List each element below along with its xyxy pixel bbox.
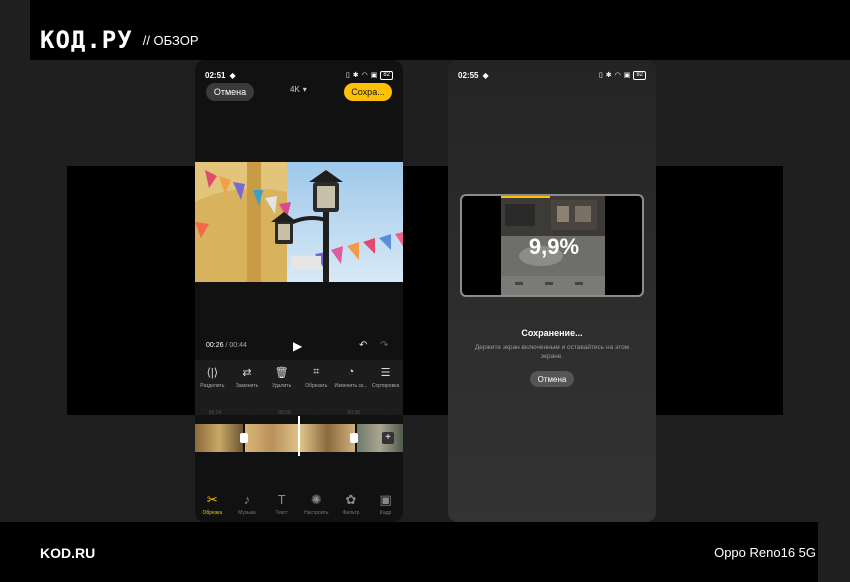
wifi-icon: ◠ — [361, 72, 368, 79]
time-current: 00:26 — [206, 342, 224, 349]
status-bar: 02:51 ◆ ▯ ✱ ◠ ▣ 82 — [195, 68, 403, 82]
video-preview[interactable] — [195, 162, 403, 282]
ruler-tick: 00:26 — [278, 410, 291, 416]
tool-sort[interactable]: ☰ Сортировка — [369, 366, 402, 389]
tool-label: Обрезать — [305, 383, 328, 389]
background-panel-right — [656, 166, 783, 415]
tool-label: Разделить — [200, 383, 225, 389]
status-time: 02:55 — [458, 70, 479, 80]
phone-saving-screen: 02:55 ◆ ▯ ✱ ◠ ▣ 82 9,9% Сохранение... Де… — [448, 60, 656, 522]
split-icon: ⟨|⟩ — [206, 367, 219, 379]
tool-label: Заменить — [235, 383, 259, 389]
preview-image — [195, 162, 403, 282]
cancel-export-button[interactable]: Отмена — [530, 371, 574, 387]
clip-trim-handle[interactable] — [240, 433, 248, 443]
background-panel-left — [67, 166, 195, 415]
nav-music[interactable]: ♪ Музыка — [232, 492, 262, 522]
ruler-tick: · — [248, 410, 251, 416]
vibrate-icon: ▯ — [598, 72, 603, 79]
resolution-select[interactable]: 4K ▾ — [290, 85, 307, 94]
footer-site: KOD.RU — [40, 545, 96, 561]
shield-icon: ◆ — [229, 70, 236, 80]
music-icon: ♪ — [243, 492, 251, 507]
caret-down-icon: ▾ — [302, 85, 307, 94]
nav-filter[interactable]: ✿ Фильтр — [336, 492, 366, 522]
tool-label: Удалить — [272, 383, 292, 389]
timecode: 00:26 / 00:44 — [206, 342, 247, 349]
adjust-icon: ✺ — [310, 492, 322, 507]
status-bar: 02:55 ◆ ▯ ✱ ◠ ▣ 82 — [448, 68, 656, 82]
sim-icon: ▣ — [370, 72, 378, 79]
export-progress-bar — [501, 196, 550, 198]
speed-icon: ◔ — [347, 366, 355, 378]
section-label: // ОБЗОР — [142, 32, 199, 48]
nav-frame[interactable]: ▣ Кадр — [371, 492, 401, 522]
nav-label: Кадр — [379, 510, 392, 516]
saving-title: Сохранение... — [521, 328, 583, 338]
editor-bottom-nav: ✂ Обрезка ♪ Музыка T Текст ✺ Настроить ✿… — [195, 492, 403, 522]
footer-device: Oppo Reno16 5G — [714, 545, 816, 560]
ruler-tick: · — [318, 410, 320, 416]
time-total: 00:44 — [229, 342, 247, 349]
nav-label: Настроить — [304, 510, 329, 516]
nav-adjust[interactable]: ✺ Настроить — [301, 492, 331, 522]
status-time: 02:51 — [205, 70, 226, 80]
progress-percent: 9,9% — [528, 234, 580, 259]
crop-icon: ⌗ — [313, 366, 320, 378]
tool-label: Сортировка — [371, 383, 400, 389]
scissors-icon: ✂ — [206, 492, 218, 507]
clip-trim-handle[interactable] — [350, 433, 358, 443]
undo-icon[interactable]: ↶ — [359, 340, 367, 351]
export-progress-card: 9,9% — [460, 194, 644, 297]
save-button[interactable]: Сохра... — [344, 83, 392, 101]
wifi-icon: ◠ — [614, 72, 621, 79]
nav-label: Музыка — [238, 510, 256, 516]
resolution-value: 4K — [290, 85, 300, 94]
play-icon[interactable]: ▶ — [293, 339, 302, 353]
redo-icon[interactable]: ↷ — [380, 340, 388, 351]
sort-icon: ☰ — [380, 367, 391, 379]
frame-icon: ▣ — [379, 492, 392, 507]
timeline-clip[interactable] — [245, 424, 355, 452]
playback-bar: 00:26 / 00:44 ▶ ↶ ↷ — [195, 338, 403, 354]
tool-speed[interactable]: ◔ Изменить ск... — [334, 366, 368, 389]
site-logo[interactable]: КОД.РУ // ОБЗОР — [40, 26, 199, 54]
filter-icon: ✿ — [345, 492, 357, 507]
nav-label: Обрезка — [202, 510, 223, 516]
ruler-tick: 00:24 — [208, 410, 222, 416]
tool-label: Изменить ск... — [334, 383, 368, 389]
logo-text: КОД.РУ — [40, 26, 133, 54]
text-icon: T — [277, 492, 286, 507]
header-notch — [0, 0, 30, 60]
ruler-tick: · — [387, 410, 390, 416]
timeline-playhead[interactable] — [298, 416, 300, 456]
vibrate-icon: ▯ — [345, 72, 350, 79]
timeline-clip[interactable] — [357, 424, 403, 452]
add-clip-icon[interactable]: + — [382, 432, 394, 444]
nav-label: Фильтр — [342, 510, 360, 516]
battery-icon: 82 — [380, 70, 393, 80]
cancel-button[interactable]: Отмена — [206, 83, 254, 101]
tool-replace[interactable]: ⇄ Заменить — [230, 366, 263, 389]
footer-notch — [818, 522, 850, 582]
background-panel-middle — [403, 166, 448, 415]
bluetooth-icon: ✱ — [352, 72, 359, 79]
edit-toolbar: ⟨|⟩ Разделить ⇄ Заменить 🗑︎ Удалить ⌗ Об… — [195, 360, 403, 415]
tool-split[interactable]: ⟨|⟩ Разделить — [196, 366, 229, 389]
saving-hint: Держите экран включенным и оставайтесь н… — [474, 344, 630, 360]
nav-label: Текст — [275, 510, 288, 516]
timeline-clip[interactable] — [195, 424, 243, 452]
battery-icon: 82 — [633, 70, 646, 80]
tool-crop[interactable]: ⌗ Обрезать — [300, 366, 333, 389]
ruler-tick: 00:28 — [347, 410, 360, 416]
sim-icon: ▣ — [623, 72, 631, 79]
replace-icon: ⇄ — [242, 367, 252, 379]
tool-delete[interactable]: 🗑︎ Удалить — [265, 366, 298, 389]
trash-icon: 🗑︎ — [274, 367, 289, 379]
phone-editor-screen: 02:51 ◆ ▯ ✱ ◠ ▣ 82 Отмена 4K ▾ Сохра... — [195, 60, 403, 522]
shield-icon: ◆ — [482, 70, 489, 80]
bluetooth-icon: ✱ — [605, 72, 612, 79]
nav-trim[interactable]: ✂ Обрезка — [197, 492, 227, 522]
nav-text[interactable]: T Текст — [267, 492, 297, 522]
